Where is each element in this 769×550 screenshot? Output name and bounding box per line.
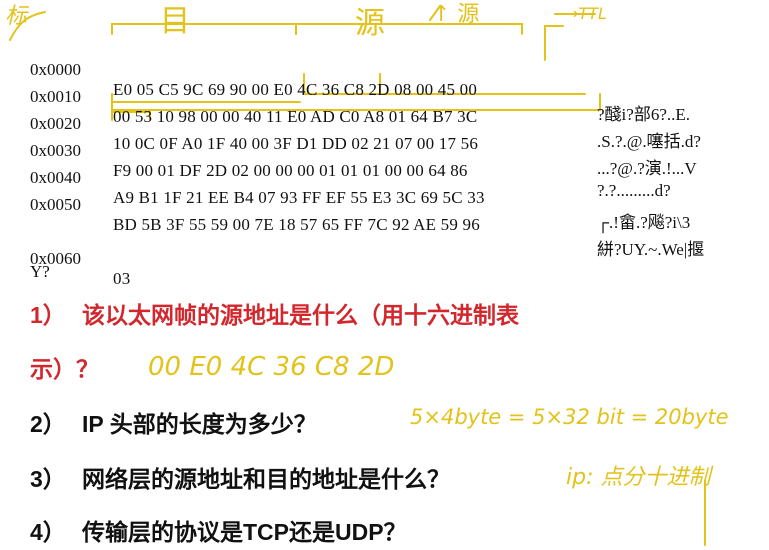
- hex-row: 0x0010 00 53 10 98 00 00 40 11 E0 AD C0 …: [0, 67, 701, 151]
- question-text: 示）？: [30, 356, 99, 382]
- hex-ascii: ?.?.........d?: [597, 181, 671, 200]
- hex-row: 0x0040 A9 B1 1F 21 EE B4 07 93 FF EF 55 …: [0, 148, 690, 232]
- ip-header-mark: [544, 25, 564, 61]
- hex-bytes: E0 05 C5 9C 69 90 00 E0 4C 36 C8 2D 08 0…: [113, 80, 478, 99]
- annotation-top-left: 标: [5, 4, 28, 29]
- question-1-cont: 示）？: [30, 350, 99, 384]
- hex-offset: 0x0000: [30, 60, 81, 79]
- hex-bytes: 00 53 10 98 00 00 40 11 E0 AD C0 A8 01 6…: [113, 107, 478, 126]
- hex-offset: 0x0020: [30, 114, 81, 133]
- hex-ascii: 絣?UY.~.We|揠: [597, 240, 705, 259]
- answer-3: ip: 点分十进制: [566, 465, 711, 490]
- hex-ascii: ...?@.?演.!...V: [597, 159, 697, 178]
- hex-ascii: .S.?.@.噻括.d?: [597, 132, 701, 151]
- question-number: 3）: [30, 466, 66, 492]
- question-number: 2）: [30, 411, 66, 437]
- hex-offset: 0x0060: [30, 249, 81, 268]
- question-2: 2） IP 头部的长度为多少？: [30, 405, 317, 439]
- question-text: 该以太网帧的源地址是什么（用十六进制表: [82, 302, 519, 328]
- answer-1: 00 E0 4C 36 C8 2D: [148, 352, 395, 382]
- hex-offset: 0x0040: [30, 168, 81, 187]
- question-1: 1） 该以太网帧的源地址是什么（用十六进制表: [30, 296, 519, 330]
- hex-offset: 0x0010: [30, 87, 81, 106]
- hex-bytes: BD 5B 3F 55 59 00 7E 18 57 65 FF 7C 92 A…: [113, 215, 480, 234]
- question-text: IP 头部的长度为多少？: [82, 411, 317, 437]
- hex-offset: 0x0050: [30, 195, 81, 214]
- hex-offset: 0x0030: [30, 141, 81, 160]
- src-mac-bracket: [295, 23, 523, 35]
- hex-row: 0x0000 E0 05 C5 9C 69 90 00 E0 4C 36 C8 …: [0, 40, 690, 124]
- annotation-dest: 目: [160, 4, 190, 39]
- question-4: 4） 传输层的协议是TCP还是UDP？: [30, 513, 407, 547]
- dest-mac-bracket: [111, 23, 297, 35]
- question-number: 1）: [30, 302, 66, 328]
- hex-bytes: A9 B1 1F 21 EE B4 07 93 FF EF 55 E3 3C 6…: [113, 188, 485, 207]
- hex-row: 0x0020 10 0C 0F A0 1F 40 00 3F D1 DD 02 …: [0, 94, 697, 178]
- hex-row: Y?: [0, 202, 50, 281]
- hex-row: 0x0060 03: [0, 229, 130, 288]
- answer-2: 5×4byte = 5×32 bit = 20byte: [410, 405, 729, 429]
- hex-row: 0x0030 F9 00 01 DF 2D 02 00 00 00 01 01 …: [0, 121, 671, 200]
- question-number: 4）: [30, 519, 66, 545]
- question-3: 3） 网络层的源地址和目的地址是什么？: [30, 460, 450, 494]
- hex-ascii: ?醆i?部6?..E.: [597, 105, 690, 124]
- question-text: 网络层的源地址和目的地址是什么？: [82, 466, 450, 492]
- hex-bytes: 10 0C 0F A0 1F 40 00 3F D1 DD 02 21 07 0…: [113, 134, 479, 153]
- hex-ascii: ┌.!畲.?飚?i\3: [597, 213, 691, 232]
- hex-row: 0x0050 BD 5B 3F 55 59 00 7E 18 57 65 FF …: [0, 175, 704, 259]
- question-text: 传输层的协议是TCP还是UDP？: [82, 519, 407, 545]
- hex-bytes: F9 00 01 DF 2D 02 00 00 00 01 01 01 00 0…: [113, 161, 468, 180]
- annotation-top-mid: ↑ 源: [432, 2, 480, 27]
- annotation-src: 源: [355, 6, 385, 41]
- annotation-ttl: →TTL: [565, 4, 607, 23]
- hex-bytes: 03: [113, 269, 131, 288]
